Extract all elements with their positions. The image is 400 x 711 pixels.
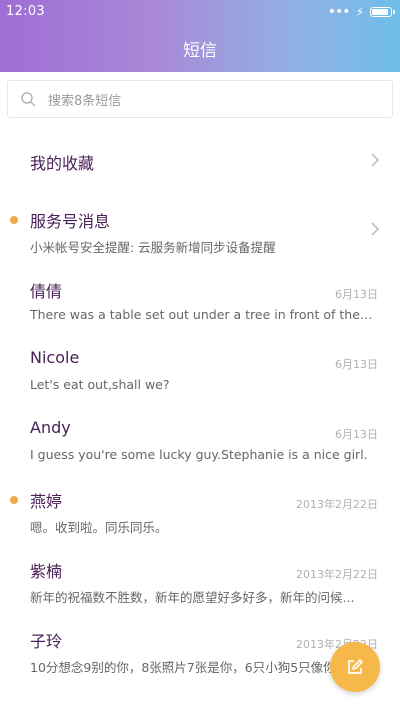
conversation-row[interactable]: 燕婷 2013年2月22日 嗯。收到啦。同乐同乐。 [0, 474, 400, 544]
favorites-label: 我的收藏 [30, 154, 95, 173]
search-bar[interactable]: 搜索8条短信 [7, 80, 393, 118]
page-title: 短信 [183, 41, 217, 61]
contact-name: Andy [30, 418, 71, 437]
message-date: 6月13日 [335, 428, 378, 441]
conversation-row[interactable]: 倩倩 6月13日 There was a table set out under… [0, 264, 400, 334]
status-bar: 12:03 ••• ⚡ [0, 0, 400, 24]
message-date: 2013年2月22日 [296, 498, 378, 511]
conversation-row[interactable]: Nicole 6月13日 Let's eat out,shall we? [0, 334, 400, 404]
contact-name: 子玲 [30, 632, 63, 651]
contact-name: 紫楠 [30, 562, 63, 581]
message-preview: Let's eat out,shall we? [30, 377, 170, 392]
battery-icon [370, 7, 395, 17]
contact-name: 倩倩 [30, 282, 63, 301]
message-date: 6月13日 [335, 358, 378, 371]
favorites-row[interactable]: 我的收藏 [0, 124, 400, 194]
conversation-row[interactable]: 紫楠 2013年2月22日 新年的祝福数不胜数，新年的愿望好多好多，新年的问候.… [0, 544, 400, 614]
service-messages-row[interactable]: 服务号消息 小米帐号安全提醒: 云服务新增同步设备提醒 [0, 194, 400, 264]
app-header: 12:03 ••• ⚡ 短信 [0, 0, 400, 72]
signal-dots-icon: ••• [327, 4, 351, 20]
conversation-list: 我的收藏 服务号消息 小米帐号安全提醒: 云服务新增同步设备提醒 倩倩 6月13… [0, 124, 400, 684]
compose-icon [348, 659, 363, 674]
contact-name: Nicole [30, 348, 80, 367]
message-preview: There was a table set out under a tree i… [30, 307, 376, 322]
contact-name: 燕婷 [30, 492, 63, 511]
compose-button[interactable] [330, 642, 380, 692]
message-preview: 新年的祝福数不胜数，新年的愿望好多好多，新年的问候... [30, 590, 355, 605]
chevron-right-icon [371, 153, 380, 167]
chevron-right-icon [371, 222, 380, 236]
status-icons: ••• ⚡ [327, 4, 395, 20]
status-time: 12:03 [6, 4, 45, 19]
search-icon [21, 92, 36, 107]
unread-dot [10, 496, 18, 504]
message-preview: 嗯。收到啦。同乐同乐。 [30, 520, 168, 535]
message-preview: 10分想念9别的你，8张照片7张是你，6只小狗5只像你 [30, 660, 336, 675]
message-date: 2013年2月22日 [296, 568, 378, 581]
service-preview: 小米帐号安全提醒: 云服务新增同步设备提醒 [30, 240, 276, 255]
service-title: 服务号消息 [30, 212, 111, 231]
conversation-row[interactable]: Andy 6月13日 I guess you're some lucky guy… [0, 404, 400, 474]
search-placeholder: 搜索8条短信 [48, 93, 122, 109]
message-date: 6月13日 [335, 288, 378, 301]
message-preview: I guess you're some lucky guy.Stephanie … [30, 447, 368, 462]
charging-icon: ⚡ [355, 5, 364, 19]
unread-dot [10, 216, 18, 224]
